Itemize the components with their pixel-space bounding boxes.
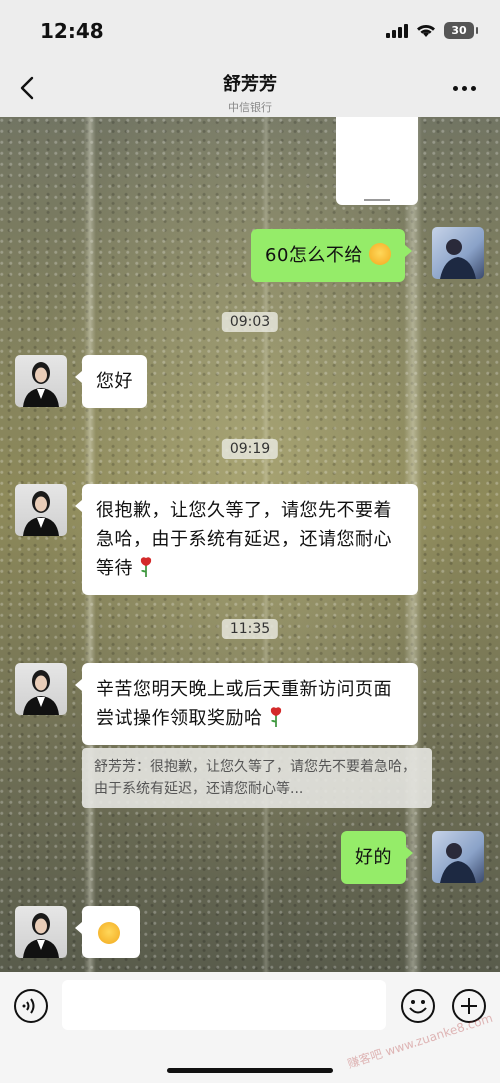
- home-indicator: [167, 1068, 333, 1073]
- voice-icon: [14, 989, 48, 1023]
- avatar-contact[interactable]: [15, 663, 67, 715]
- rose-emoji-icon: [141, 557, 152, 577]
- smile-emoji-icon: [369, 243, 392, 265]
- chat-subtitle: 中信银行: [228, 101, 272, 114]
- message-input[interactable]: [62, 980, 386, 1030]
- signal-icon: [386, 23, 408, 38]
- message-bubble-received[interactable]: [75, 906, 140, 958]
- input-bar: 赚客吧 www.zuanke8.com: [0, 972, 500, 1083]
- message-text: 您好: [96, 371, 133, 392]
- avatar-contact[interactable]: [15, 355, 67, 407]
- emoji-button[interactable]: [400, 988, 436, 1024]
- message-bubble-received[interactable]: 您好: [75, 355, 147, 408]
- message-bubble-received[interactable]: 辛苦您明天晚上或后天重新访问页面尝试操作领取奖励哈: [75, 663, 418, 745]
- timestamp: 11:35: [221, 619, 279, 639]
- message-list[interactable]: 60怎么不给 09:03 您好 09:19 很抱歉，让您久等了，请您先不要着急哈…: [0, 117, 500, 972]
- chat-title: 舒芳芳: [223, 74, 277, 95]
- status-icons: 30: [386, 22, 478, 39]
- avatar-contact[interactable]: [15, 484, 67, 536]
- message-bubble-sent[interactable]: 60怎么不给: [251, 229, 413, 282]
- status-time: 12:48: [40, 19, 104, 43]
- smile-emoji-icon: [98, 922, 120, 944]
- voice-button[interactable]: [13, 988, 49, 1024]
- more-dots-icon[interactable]: [453, 86, 476, 91]
- message-text: 好的: [355, 847, 392, 868]
- avatar-contact[interactable]: [15, 906, 67, 958]
- message-bubble-received[interactable]: 很抱歉，让您久等了，请您先不要着急哈，由于系统有延迟，还请您耐心等待: [75, 484, 418, 595]
- avatar-me[interactable]: [432, 227, 484, 279]
- rose-emoji-icon: [270, 707, 281, 727]
- emoji-icon: [401, 989, 435, 1023]
- chat-title-area: 舒芳芳 中信银行: [0, 70, 500, 115]
- image-message[interactable]: [336, 117, 418, 205]
- battery-icon: 30: [444, 22, 478, 39]
- message-text: 辛苦您明天晚上或后天重新访问页面尝试操作领取奖励哈: [96, 679, 392, 729]
- timestamp: 09:03: [221, 312, 279, 332]
- top-bar: 12:48 30 舒芳芳 中信银行: [0, 0, 500, 117]
- avatar-me[interactable]: [432, 831, 484, 883]
- message-bubble-sent[interactable]: 好的: [341, 831, 413, 884]
- wifi-icon: [417, 24, 435, 37]
- chat-background: 60怎么不给 09:03 您好 09:19 很抱歉，让您久等了，请您先不要着急哈…: [0, 117, 500, 972]
- timestamp: 09:19: [221, 439, 279, 459]
- quoted-message[interactable]: 舒芳芳：很抱歉，让您久等了，请您先不要着急哈，由于系统有延迟，还请您耐心等...: [82, 748, 432, 808]
- message-text: 60怎么不给: [265, 245, 363, 266]
